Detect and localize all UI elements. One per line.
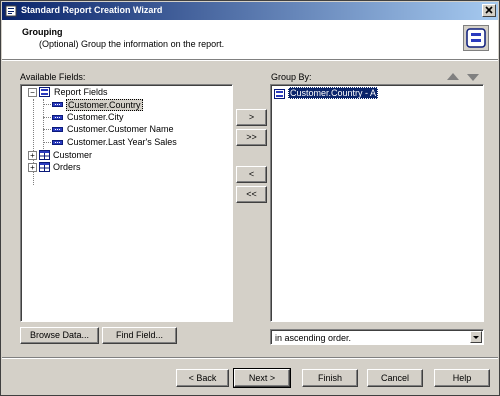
header-separator [2,59,498,61]
expand-icon[interactable]: + [28,151,37,160]
tree-label: Orders [53,162,81,172]
add-all-fields-button[interactable]: >> [236,129,267,146]
database-field-icon [52,140,63,145]
tree-node-customer[interactable]: + Customer [21,150,221,162]
tree-node-field[interactable]: Customer.City [21,112,221,124]
report-wizard-icon [5,5,17,17]
database-field-icon [52,127,63,132]
tree-label-selected: Customer.Country [66,99,143,111]
title-bar[interactable]: Standard Report Creation Wizard [2,2,498,20]
group-by-label: Group By: [271,72,312,82]
expand-icon[interactable]: + [28,163,37,172]
collapse-icon[interactable]: − [28,88,37,97]
available-fields-tree[interactable]: − Report Fields Customer.Country Custome… [20,84,233,322]
chevron-down-icon[interactable] [470,331,482,343]
window-title: Standard Report Creation Wizard [21,5,163,15]
grouping-icon [463,25,489,51]
tree-label: Customer.Customer Name [67,124,174,134]
add-field-button[interactable]: > [236,109,267,126]
next-button[interactable]: Next > [233,368,291,388]
help-button[interactable]: Help [434,369,490,387]
find-field-button[interactable]: Find Field... [102,327,177,344]
group-by-list[interactable]: Customer.Country - A [270,84,484,322]
database-field-icon [52,102,63,107]
group-by-item[interactable]: Customer.Country - A [271,87,471,100]
remove-all-fields-button[interactable]: << [236,186,267,203]
page-title: Grouping [22,27,63,37]
report-fields-icon [39,87,50,97]
group-by-item-label: Customer.Country - A [288,87,379,99]
sort-order-value: in ascending order. [275,333,352,343]
footer-separator [2,357,498,359]
page-subtitle: (Optional) Group the information on the … [39,39,225,49]
table-icon [39,150,50,160]
tree-node-field[interactable]: Customer.Customer Name [21,124,221,136]
cancel-button[interactable]: Cancel [367,369,423,387]
tree-node-orders[interactable]: + Orders [21,162,221,174]
remove-field-button[interactable]: < [236,166,267,183]
tree-node-report-fields[interactable]: − Report Fields [21,87,221,99]
browse-data-button[interactable]: Browse Data... [20,327,99,344]
available-fields-label: Available Fields: [20,72,86,82]
move-down-icon[interactable] [467,74,479,81]
database-field-icon [52,115,63,120]
tree-label: Customer.Last Year's Sales [67,137,177,147]
group-field-icon [274,89,285,99]
move-up-icon[interactable] [447,73,459,80]
table-icon [39,162,50,172]
tree-label: Customer.City [67,112,124,122]
tree-node-field[interactable]: Customer.Country [21,99,221,111]
close-icon [485,6,493,14]
close-button[interactable] [482,4,496,17]
tree-label: Customer [53,150,93,160]
wizard-header: Grouping (Optional) Group the informatio… [2,20,498,59]
tree-node-field[interactable]: Customer.Last Year's Sales [21,137,221,149]
sort-order-select[interactable]: in ascending order. [270,329,484,345]
wizard-window: Standard Report Creation Wizard Grouping… [0,0,500,396]
back-button[interactable]: < Back [176,369,229,387]
finish-button[interactable]: Finish [302,369,358,387]
tree-label: Report Fields [54,87,108,97]
